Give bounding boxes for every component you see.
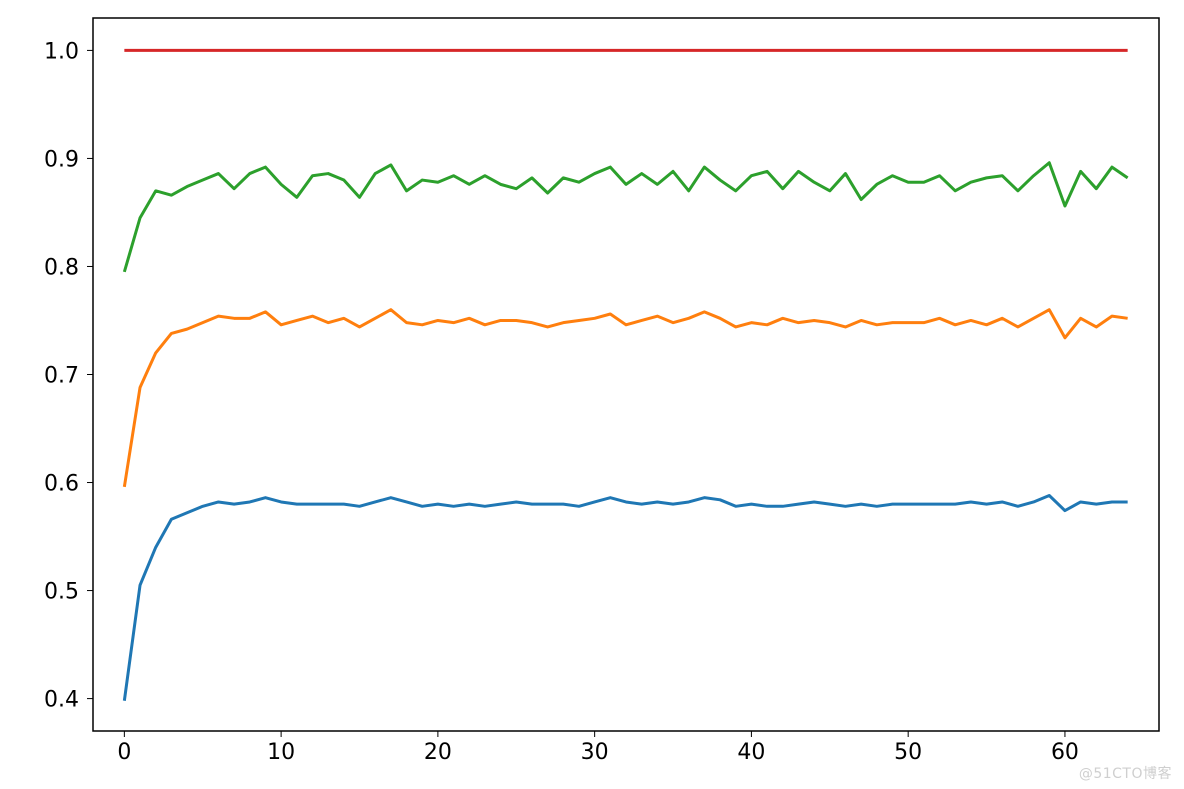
plot-area <box>93 18 1159 731</box>
y-tick-label: 0.7 <box>44 364 79 389</box>
x-tick-label: 20 <box>424 740 452 765</box>
series-orange <box>124 310 1127 487</box>
y-tick-label: 0.6 <box>44 472 79 497</box>
x-tick-label: 30 <box>581 740 609 765</box>
y-tick-label: 1.0 <box>44 39 79 64</box>
series-green <box>124 163 1127 272</box>
y-tick-label: 0.4 <box>44 688 79 713</box>
x-tick-label: 40 <box>737 740 765 765</box>
chart-svg: 0 10 20 30 40 50 60 0.4 0.5 0.6 0.7 0.8 0.9 1.0 <box>0 0 1184 789</box>
x-tick-label: 50 <box>894 740 922 765</box>
series-blue <box>124 495 1127 700</box>
x-tick-label: 10 <box>267 740 295 765</box>
y-tick-label: 0.9 <box>44 147 79 172</box>
x-tick-label: 0 <box>117 740 131 765</box>
y-tick-label: 0.8 <box>44 255 79 280</box>
x-tick-label: 60 <box>1051 740 1079 765</box>
y-tick-label: 0.5 <box>44 580 79 605</box>
line-chart: 0 10 20 30 40 50 60 0.4 0.5 0.6 0.7 0.8 0.9 1.0 <box>0 0 1184 789</box>
